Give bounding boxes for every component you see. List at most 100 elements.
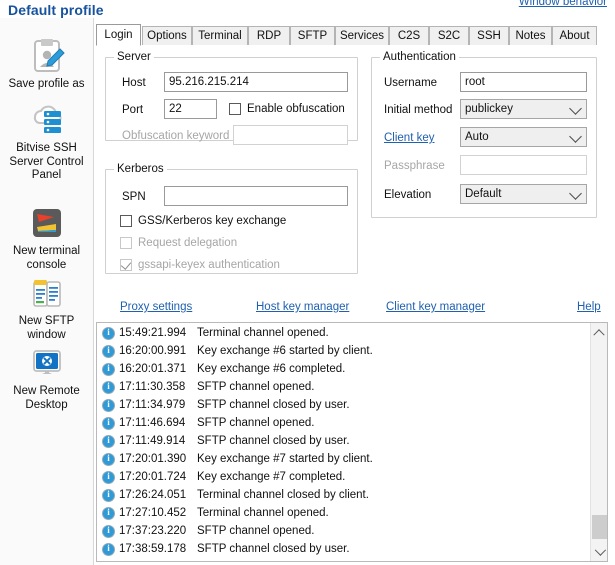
log-entry-row[interactable]: 17:38:59.178 SFTP channel closed by user. (97, 540, 590, 558)
log-entry-row[interactable]: 17:27:10.452 Terminal channel opened. (97, 504, 590, 522)
log-entry-time: 16:20:01.371 (119, 363, 187, 375)
log-entry-message: Key exchange #7 completed. (197, 471, 346, 483)
tab-services[interactable]: Services (335, 26, 389, 45)
tab-sftp[interactable]: SFTP (290, 26, 335, 45)
tab-about[interactable]: About (552, 26, 597, 45)
log-entry-row[interactable]: 17:20:01.390 Key exchange #7 started by c… (97, 450, 590, 468)
login-tab-panel: Server Host 95.216.215.214 Port 22 Enabl… (96, 45, 608, 318)
enable-obfuscation-checkbox[interactable]: Enable obfuscation (229, 103, 345, 115)
log-entry-time: 17:11:46.694 (119, 417, 186, 429)
log-entry-time: 17:38:59.178 (119, 543, 187, 555)
obfuscation-keyword-input (233, 125, 348, 145)
tab-ssh[interactable]: SSH (469, 26, 509, 45)
log-entry-time: 17:20:01.724 (119, 471, 187, 483)
info-icon (102, 506, 115, 520)
sidebar-item-ssh-server-control-panel[interactable]: Bitvise SSH Server Control Panel (0, 100, 93, 183)
client-key-link[interactable]: Client key (384, 132, 435, 144)
server-cloud-icon (27, 100, 67, 140)
tab-terminal[interactable]: Terminal (192, 26, 248, 45)
elevation-select[interactable]: Default (460, 184, 587, 204)
log-entry-row[interactable]: 17:11:34.979 SFTP channel closed by user. (97, 396, 590, 414)
sidebar-item-label: New terminal console (12, 245, 81, 271)
log-entry-row[interactable]: 17:11:46.694 SFTP channel opened. (97, 414, 590, 432)
log-entry-row[interactable]: 16:20:01.371 Key exchange #6 completed. (97, 360, 590, 378)
spn-label: SPN (122, 191, 146, 203)
log-entry-time: 17:26:24.051 (119, 489, 187, 501)
log-entry-row[interactable]: 15:49:21.994 Terminal channel opened. (97, 324, 590, 342)
chevron-down-icon (569, 187, 582, 200)
info-icon (102, 326, 115, 340)
enable-obfuscation-label: Enable obfuscation (247, 103, 345, 115)
log-entry-row[interactable]: 17:20:01.724 Key exchange #7 completed. (97, 468, 590, 486)
initial-method-select[interactable]: publickey (460, 99, 587, 119)
log-entry-message: SFTP channel opened. (197, 381, 315, 393)
log-entry-row[interactable]: 16:20:00.991 Key exchange #6 started by c… (97, 342, 590, 360)
log-entry-message: SFTP channel opened. (197, 525, 315, 537)
initial-method-value: publickey (465, 103, 513, 115)
server-group-title: Server (114, 51, 154, 63)
tab-options[interactable]: Options (142, 26, 192, 45)
request-delegation-checkbox: Request delegation (120, 237, 237, 249)
initial-method-label: Initial method (384, 104, 453, 116)
gssapi-keyex-authentication-checkbox: gssapi-keyex authentication (120, 259, 280, 271)
window-behavior-link[interactable]: Window behavior (519, 0, 607, 8)
host-input[interactable]: 95.216.215.214 (164, 72, 348, 92)
sidebar-item-save-profile-as[interactable]: Save profile as (0, 36, 93, 92)
scroll-up-arrow-icon[interactable] (591, 323, 607, 340)
tab-notes[interactable]: Notes (509, 26, 552, 45)
info-icon (102, 362, 115, 376)
log-entry-message: Terminal channel opened. (197, 327, 329, 339)
log-entry-time: 16:20:00.991 (119, 345, 187, 357)
info-icon (102, 344, 115, 358)
tab-rdp[interactable]: RDP (248, 26, 290, 45)
checkbox-box (120, 237, 132, 249)
tab-s2c[interactable]: S2C (429, 26, 469, 45)
info-icon (102, 434, 115, 448)
log-entry-row[interactable]: 17:26:24.051 Terminal channel closed by c… (97, 486, 590, 504)
spn-input[interactable] (164, 186, 348, 206)
tab-login[interactable]: Login (96, 24, 141, 46)
gss-kerberos-key-exchange-checkbox[interactable]: GSS/Kerberos key exchange (120, 215, 286, 227)
host-label: Host (122, 77, 146, 89)
checkbox-box (120, 215, 132, 227)
username-label: Username (384, 77, 438, 89)
port-input[interactable]: 22 (164, 99, 217, 119)
client-key-select[interactable]: Auto (460, 127, 587, 147)
log-entry-row[interactable]: 17:11:30.358 SFTP channel opened. (97, 378, 590, 396)
log-entry-message: SFTP channel closed by user. (197, 399, 350, 411)
passphrase-label: Passphrase (384, 160, 445, 172)
sidebar-item-new-remote-desktop[interactable]: New Remote Desktop (0, 343, 93, 412)
scroll-down-arrow-icon[interactable] (591, 544, 607, 561)
scrollbar-thumb[interactable] (592, 515, 607, 539)
sidebar-item-new-terminal-console[interactable]: New terminal console (0, 203, 93, 272)
tab-c2s[interactable]: C2S (389, 26, 429, 45)
log-entry-message: Key exchange #6 started by client. (197, 345, 373, 357)
client-key-value: Auto (465, 131, 489, 143)
info-icon (102, 488, 115, 502)
log-entry-message: SFTP channel closed by user. (197, 543, 350, 555)
sidebar-item-label: Bitvise SSH Server Control Panel (9, 142, 84, 181)
help-link[interactable]: Help (577, 301, 601, 313)
username-input[interactable]: root (460, 72, 587, 92)
info-icon (102, 416, 115, 430)
proxy-settings-link[interactable]: Proxy settings (120, 301, 192, 313)
log-entry-time: 17:20:01.390 (119, 453, 187, 465)
sftp-window-icon (27, 273, 67, 313)
chevron-down-icon (569, 130, 582, 143)
host-key-manager-link[interactable]: Host key manager (256, 301, 349, 313)
page-title: Default profile (8, 2, 104, 18)
chevron-down-icon (569, 102, 582, 115)
log-entry-row[interactable]: 17:37:23.220 SFTP channel opened. (97, 522, 590, 540)
log-scrollbar[interactable] (590, 323, 607, 561)
obfuscation-keyword-label: Obfuscation keyword (122, 130, 230, 142)
info-icon (102, 398, 115, 412)
sidebar-item-new-sftp-window[interactable]: New SFTP window (0, 273, 93, 342)
remote-desktop-icon (27, 343, 67, 383)
sidebar-item-label: New Remote Desktop (13, 385, 80, 411)
log-entry-message: Key exchange #6 completed. (197, 363, 346, 375)
checkbox-box (229, 103, 241, 115)
client-key-manager-link[interactable]: Client key manager (386, 301, 485, 313)
log-entry-time: 17:11:34.979 (119, 399, 186, 411)
log-entry-time: 15:49:21.994 (119, 327, 187, 339)
log-entry-row[interactable]: 17:11:49.914 SFTP channel closed by user. (97, 432, 590, 450)
